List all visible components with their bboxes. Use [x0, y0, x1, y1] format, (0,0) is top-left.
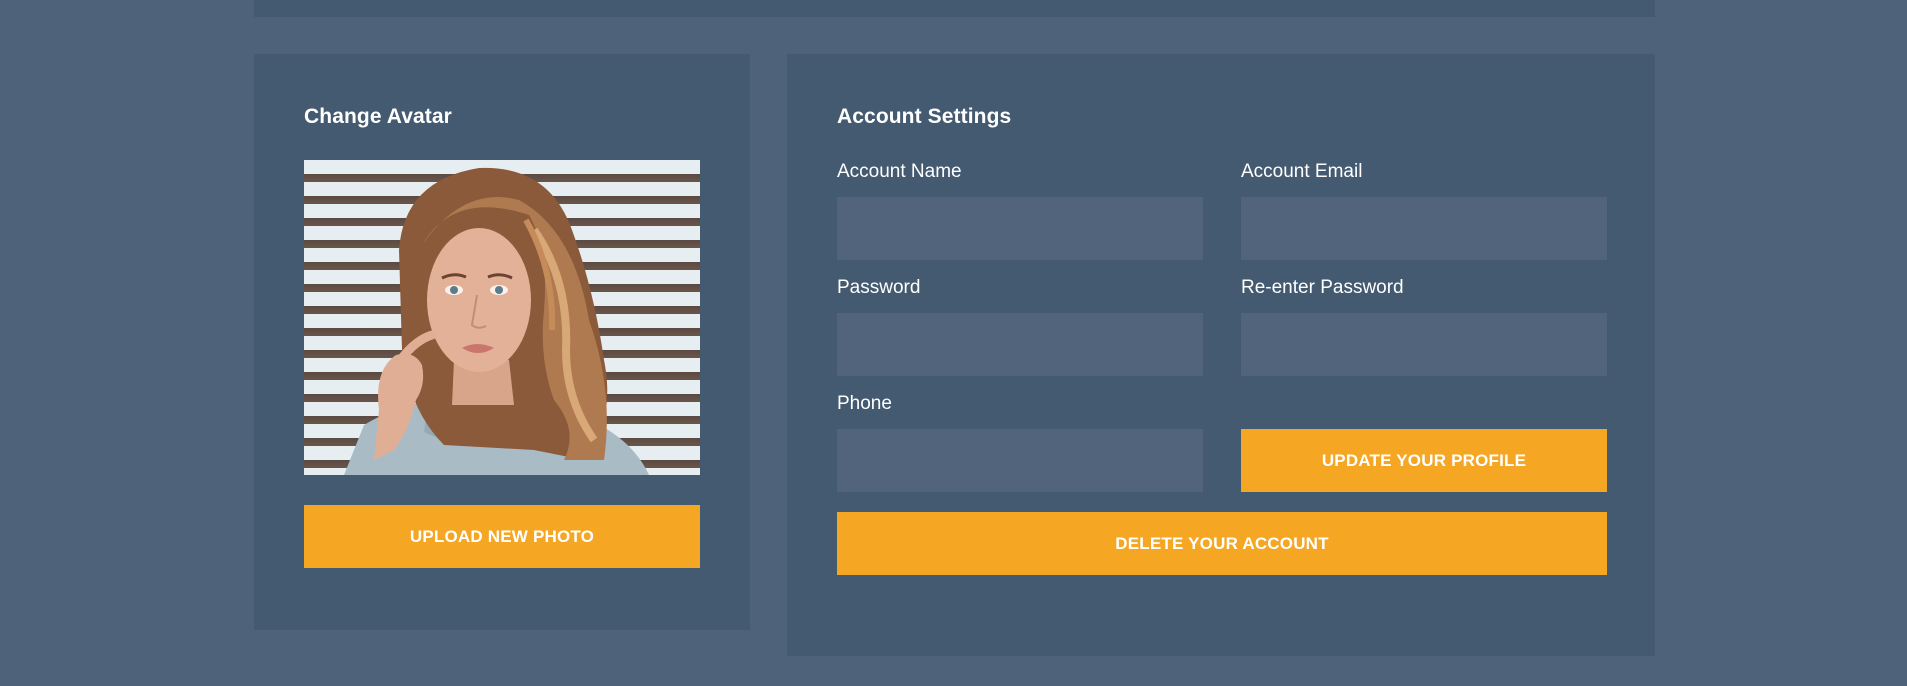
account-settings-title: Account Settings [837, 105, 1012, 128]
account-name-label: Account Name [837, 161, 962, 182]
update-profile-button[interactable]: UPDATE YOUR PROFILE [1241, 429, 1607, 492]
account-settings-form: Account Name Account Email Password Re-e… [837, 160, 1607, 508]
phone-field-group: Phone [837, 392, 1203, 492]
account-email-field-group: Account Email [1241, 160, 1607, 260]
phone-label: Phone [837, 393, 892, 414]
avatar-image [304, 160, 700, 475]
avatar-portrait [344, 167, 649, 475]
change-avatar-title: Change Avatar [304, 105, 452, 128]
update-profile-container: UPDATE YOUR PROFILE [1241, 392, 1607, 492]
upload-new-photo-button[interactable]: UPLOAD NEW PHOTO [304, 505, 700, 568]
password-input[interactable] [837, 313, 1203, 376]
change-avatar-panel: Change Avatar UPLOAD NEW PHOTO [254, 54, 750, 630]
password-label: Password [837, 277, 921, 298]
phone-input[interactable] [837, 429, 1203, 492]
reenter-password-field-group: Re-enter Password [1241, 276, 1607, 376]
account-name-field-group: Account Name [837, 160, 1203, 260]
account-email-input[interactable] [1241, 197, 1607, 260]
reenter-password-label: Re-enter Password [1241, 277, 1404, 298]
account-name-input[interactable] [837, 197, 1203, 260]
reenter-password-input[interactable] [1241, 313, 1607, 376]
account-email-label: Account Email [1241, 161, 1363, 182]
delete-account-button[interactable]: DELETE YOUR ACCOUNT [837, 512, 1607, 575]
top-panel [254, 0, 1655, 17]
account-settings-panel: Account Settings Account Name Account Em… [787, 54, 1655, 656]
password-field-group: Password [837, 276, 1203, 376]
